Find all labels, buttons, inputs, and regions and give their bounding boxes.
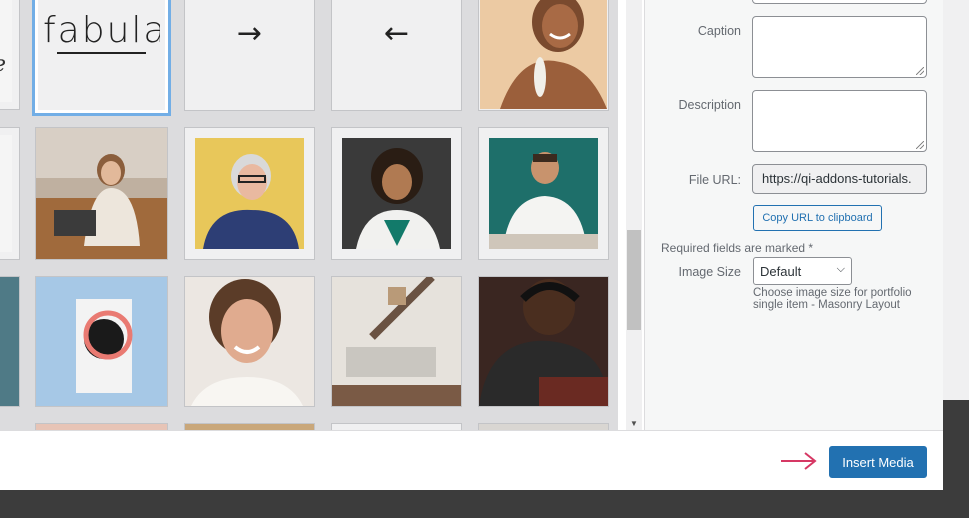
media-tile-man-headphones[interactable] — [478, 276, 609, 407]
fabula-logo-text: fabula — [43, 10, 160, 51]
media-tile-script-logo[interactable]: e — [0, 0, 20, 110]
media-tile-woman-glasses[interactable] — [184, 127, 315, 260]
description-label: Description — [678, 98, 741, 112]
image-size-value: Default — [760, 264, 802, 279]
media-tile-arrow-right[interactable]: → — [184, 0, 315, 111]
logo-underline — [57, 52, 146, 54]
woman-glasses-yellow-photo — [195, 138, 304, 249]
media-grid: e fabula → ← — [0, 0, 618, 430]
man-desk-photo — [489, 138, 598, 249]
image-size-select[interactable]: Default ⌵ — [753, 257, 852, 285]
backdrop-bottom — [0, 490, 969, 518]
media-tile-arrow-left[interactable]: ← — [331, 0, 462, 111]
living-room-photo — [332, 277, 461, 406]
attachment-details-sidebar: Caption Description File URL: https://qi… — [644, 0, 943, 430]
media-tile-woman-phone[interactable] — [331, 127, 462, 260]
media-tile-row4-3[interactable] — [331, 423, 462, 430]
annotation-arrow-icon — [781, 452, 817, 470]
caption-field[interactable] — [752, 16, 927, 78]
media-tile-partial[interactable] — [0, 127, 20, 260]
description-field[interactable] — [752, 90, 927, 152]
smiling-woman-photo — [480, 0, 607, 109]
media-tile-row4-4[interactable] — [478, 423, 609, 430]
media-grid-scrollbar[interactable]: ▼ — [626, 0, 642, 430]
title-field[interactable] — [752, 0, 927, 4]
file-url-label: File URL: — [688, 173, 741, 187]
insert-media-button[interactable]: Insert Media — [829, 446, 927, 478]
resize-grip-icon[interactable] — [916, 141, 924, 149]
woman-phone-photo — [342, 138, 451, 249]
smiling-woman-portrait-photo — [185, 277, 314, 406]
media-tile-woman-laptop[interactable] — [35, 127, 168, 260]
media-tile-book-cover[interactable] — [35, 276, 168, 407]
scrollbar-thumb[interactable] — [627, 230, 641, 330]
media-tile-fabula-logo[interactable]: fabula — [35, 0, 168, 113]
resize-grip-icon[interactable] — [916, 67, 924, 75]
scroll-down-arrow-icon[interactable]: ▼ — [626, 419, 642, 428]
arrow-right-icon: → — [236, 16, 263, 51]
required-fields-note: Required fields are marked * — [661, 241, 814, 255]
media-modal: e fabula → ← — [0, 0, 943, 490]
chevron-down-icon: ⌵ — [836, 263, 845, 275]
image-size-help-text: Choose image size for portfolio single i… — [753, 287, 912, 311]
file-url-field[interactable]: https://qi-addons-tutorials. — [752, 164, 927, 194]
book-cover-photo — [36, 277, 167, 406]
media-modal-toolbar: Insert Media — [0, 430, 943, 490]
file-url-value: https://qi-addons-tutorials. — [762, 171, 912, 186]
image-size-label: Image Size — [678, 265, 741, 279]
woman-laptop-sofa-photo — [36, 128, 167, 259]
media-tile-smiling-portrait[interactable] — [184, 276, 315, 407]
media-tile-row4-1[interactable] — [35, 423, 168, 430]
media-tile-man-desk[interactable] — [478, 127, 609, 260]
media-tile-living-room[interactable] — [331, 276, 462, 407]
arrow-left-icon: ← — [383, 16, 410, 51]
media-tile-partial-2[interactable] — [0, 276, 20, 407]
copy-url-button[interactable]: Copy URL to clipboard — [753, 205, 882, 231]
caption-label: Caption — [697, 24, 741, 38]
backdrop-right — [943, 0, 969, 518]
media-tile-row4-2[interactable] — [184, 423, 315, 430]
media-tile-smiling-woman[interactable] — [478, 0, 609, 111]
script-logo-text: e — [0, 52, 6, 77]
man-headphones-photo — [479, 277, 608, 406]
